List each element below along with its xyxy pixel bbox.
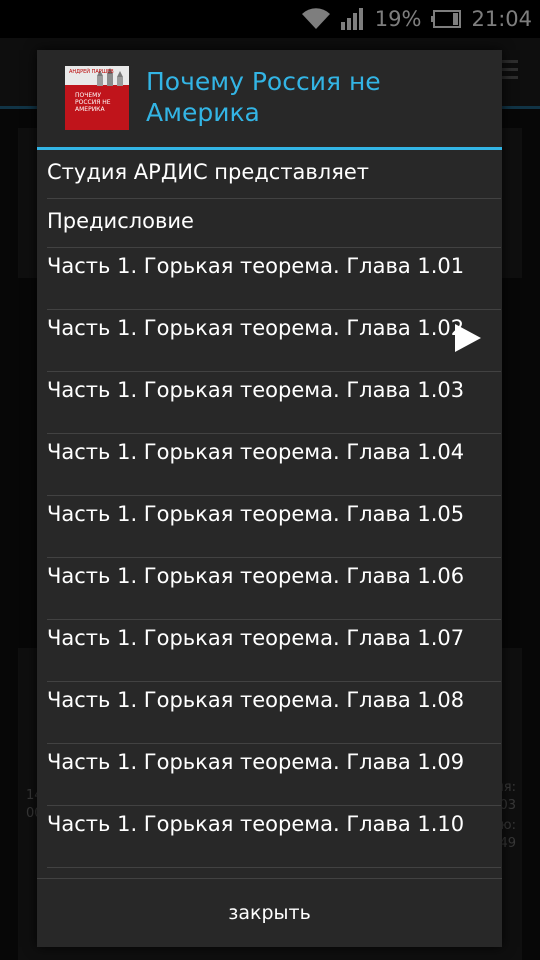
cover-author: АНДРЕЙ ПАРШЕВ <box>69 69 114 75</box>
list-item[interactable]: Часть 1. Горькая теорема. Глава 1.09 <box>47 744 501 806</box>
list-item-label: Предисловие <box>47 209 194 233</box>
play-icon[interactable] <box>455 324 481 352</box>
list-item[interactable]: Студия АРДИС представляет <box>47 150 501 199</box>
list-item-label: Часть 1. Горькая теорема. Глава 1.08 <box>47 688 465 712</box>
list-item[interactable]: Часть 1. Горькая теорема. Глава 1.01 <box>47 248 501 310</box>
list-item[interactable]: Часть 1. Горькая теорема. Глава 1.06 <box>47 558 501 620</box>
list-item-label: Часть 1. Горькая теорема. Глава 1.04 <box>47 440 465 464</box>
footer-divider <box>37 878 502 879</box>
dialog-title: Почему Россия не Америка <box>146 67 381 127</box>
list-item-label: Часть 1. Горькая теорема. Глава 1.07 <box>47 626 465 650</box>
list-item[interactable]: Часть 1. Горькая теорема. Глава 1.05 <box>47 496 501 558</box>
list-item[interactable]: Часть 1. Горькая теорема. Глава 1.10 <box>47 806 501 868</box>
chapter-list[interactable]: Студия АРДИС представляет Предисловие Ча… <box>47 150 501 878</box>
cover-title: ПОЧЕМУ РОССИЯ НЕ АМЕРИКА <box>75 92 111 113</box>
list-item[interactable]: Часть 1. Горькая теорема. Глава 1.03 <box>47 372 501 434</box>
list-item-label: Часть 1. Горькая теорема. Глава 1.01 <box>47 254 465 278</box>
list-item-label: Часть 1. Горькая теорема. Глава 1.09 <box>47 750 465 774</box>
list-item-label: Часть 1. Горькая теорема. Глава 1.05 <box>47 502 465 526</box>
list-item-label: Студия АРДИС представляет <box>47 160 370 184</box>
list-item-label: Часть 1. Горькая теорема. Глава 1.10 <box>47 812 465 836</box>
list-item[interactable]: Предисловие <box>47 199 501 248</box>
list-item-label: Часть 1. Горькая теорема. Глава 1.02 <box>47 316 465 340</box>
list-item-label: Часть 1. Горькая теорема. Глава 1.06 <box>47 564 465 588</box>
list-item[interactable]: Часть 1. Горькая теорема. Глава 1.07 <box>47 620 501 682</box>
list-item[interactable]: Часть 1. Горькая теорема. Глава 1.08 <box>47 682 501 744</box>
list-item[interactable]: Часть 1. Горькая теорема. Глава 1.04 <box>47 434 501 496</box>
chapter-dialog: АНДРЕЙ ПАРШЕВ ПОЧЕМУ РОССИЯ НЕ АМЕРИКА П… <box>37 50 502 947</box>
list-item[interactable]: Часть 1. Горькая теорема. Глава 1.02 <box>47 310 501 372</box>
close-button[interactable]: закрыть <box>37 880 502 946</box>
dialog-header: АНДРЕЙ ПАРШЕВ ПОЧЕМУ РОССИЯ НЕ АМЕРИКА П… <box>37 50 502 150</box>
book-cover-image: АНДРЕЙ ПАРШЕВ ПОЧЕМУ РОССИЯ НЕ АМЕРИКА <box>65 66 129 130</box>
list-item-label: Часть 1. Горькая теорема. Глава 1.03 <box>47 378 465 402</box>
